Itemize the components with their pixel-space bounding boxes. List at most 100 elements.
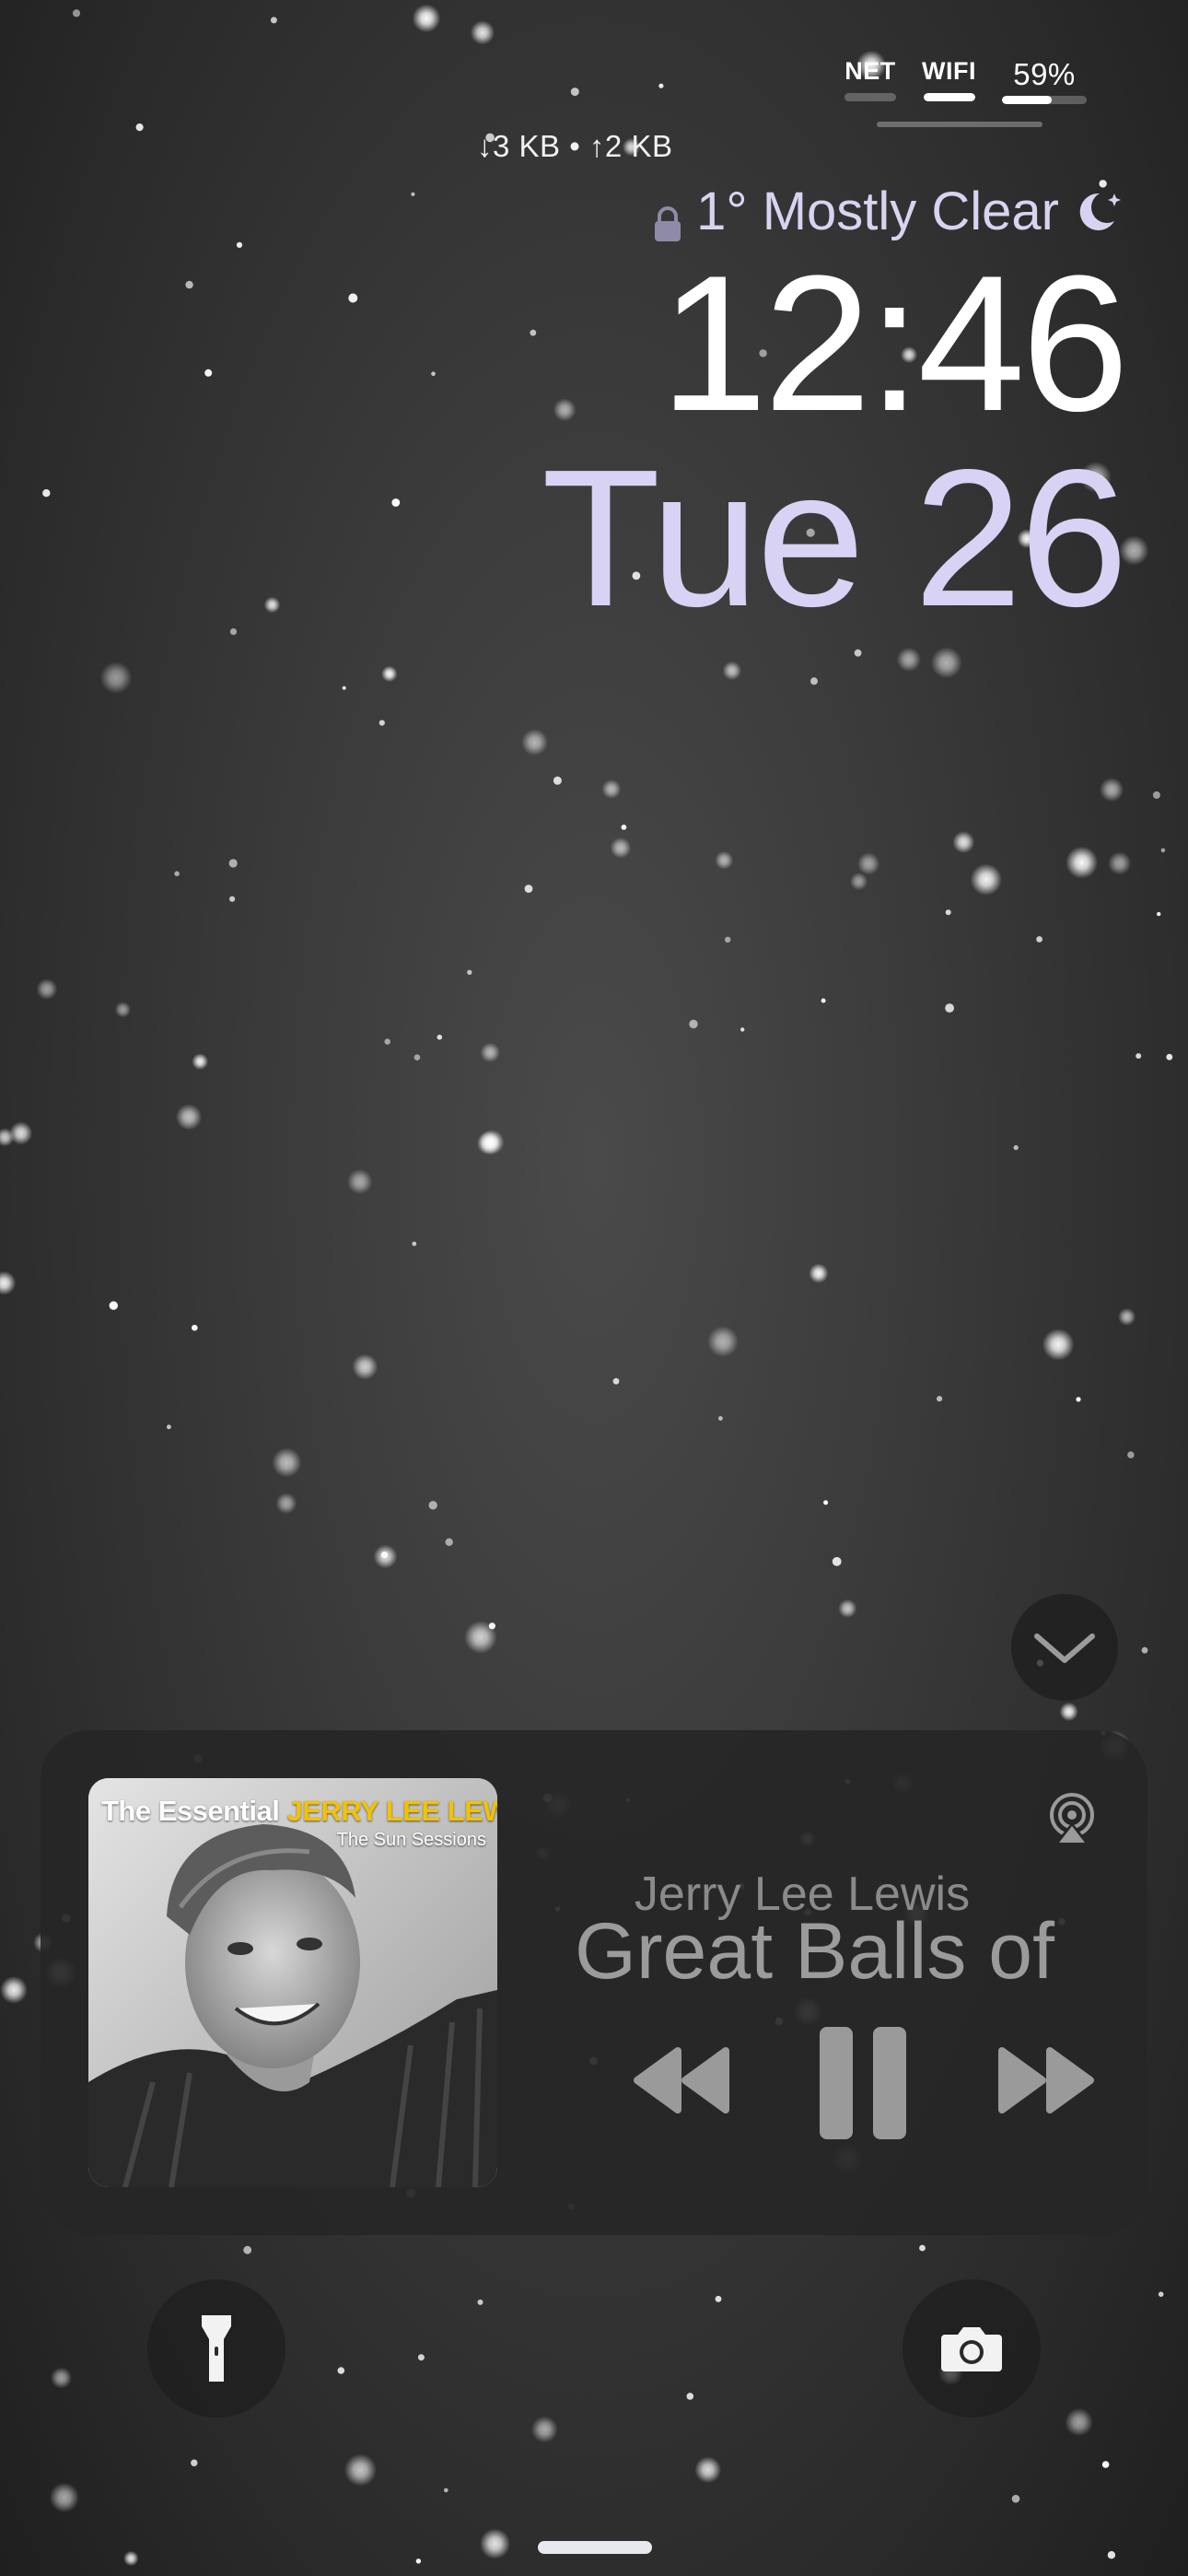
- moon-icon: [1072, 186, 1124, 238]
- star: [72, 9, 81, 18]
- star: [686, 2393, 694, 2400]
- star: [1100, 778, 1124, 802]
- star: [832, 1557, 842, 1566]
- star: [413, 1054, 421, 1060]
- chevron-down-icon: [1034, 1633, 1095, 1663]
- star: [1160, 848, 1166, 853]
- pause-icon[interactable]: [818, 2025, 910, 2141]
- star: [809, 1263, 829, 1283]
- wifi-indicator: WIFI: [922, 57, 976, 101]
- album-artwork[interactable]: The Essential JERRY LEE LEWIS The Sun Se…: [88, 1778, 497, 2187]
- star: [437, 1035, 443, 1040]
- star: [1011, 2494, 1020, 2503]
- track-title: Great Balls of: [575, 1907, 1054, 1996]
- home-indicator[interactable]: [538, 2541, 652, 2554]
- star: [1066, 846, 1099, 879]
- battery-label: 59%: [1013, 57, 1076, 91]
- star: [718, 1416, 723, 1421]
- star: [109, 1301, 118, 1310]
- star: [1059, 1702, 1078, 1722]
- rewind-icon[interactable]: [628, 2043, 735, 2117]
- star: [99, 662, 133, 694]
- star: [275, 1493, 297, 1515]
- star: [849, 872, 868, 891]
- battery-bar: [1002, 96, 1087, 104]
- star: [236, 241, 243, 248]
- star: [174, 871, 180, 877]
- wifi-bar: [923, 93, 975, 101]
- star: [192, 1053, 209, 1071]
- star: [391, 498, 401, 507]
- star: [1158, 2291, 1164, 2297]
- star: [431, 371, 436, 377]
- weather-text: 1° Mostly Clear: [696, 181, 1059, 241]
- star: [412, 4, 441, 33]
- playback-controls: [584, 2025, 1118, 2154]
- star: [352, 1353, 379, 1380]
- star: [49, 2482, 79, 2512]
- star: [621, 825, 627, 830]
- album-title: The Essential JERRY LEE LEWIS: [101, 1795, 497, 1827]
- star: [470, 20, 495, 45]
- star: [740, 1027, 745, 1032]
- status-underline: [877, 122, 1042, 127]
- star: [428, 1501, 437, 1510]
- collapse-button[interactable]: [1011, 1594, 1118, 1701]
- star: [937, 1396, 943, 1402]
- star: [553, 398, 577, 422]
- star: [694, 2456, 722, 2484]
- camera-button[interactable]: [903, 2279, 1041, 2418]
- star: [1136, 1053, 1142, 1060]
- star: [970, 863, 1003, 896]
- album-subtitle: The Sun Sessions: [336, 1830, 486, 1850]
- lock-icon: [652, 193, 683, 241]
- star: [689, 1019, 698, 1029]
- star: [444, 2488, 448, 2493]
- fast-forward-icon[interactable]: [993, 2043, 1100, 2117]
- star: [479, 2528, 511, 2559]
- status-bar: NET WIFI 59%: [844, 57, 1087, 104]
- star: [135, 123, 144, 132]
- star: [1108, 851, 1132, 875]
- star: [415, 2558, 422, 2564]
- star: [725, 936, 731, 943]
- star: [229, 896, 236, 902]
- star: [42, 489, 51, 498]
- star: [480, 1042, 500, 1063]
- star: [114, 1001, 132, 1018]
- star: [243, 2245, 252, 2254]
- weather-widget[interactable]: 1° Mostly Clear: [652, 181, 1124, 242]
- star: [810, 677, 818, 685]
- net-bar: [844, 93, 897, 101]
- star: [1118, 1307, 1136, 1326]
- star: [229, 628, 238, 636]
- star: [722, 661, 742, 681]
- star: [1127, 1451, 1135, 1458]
- star: [658, 83, 664, 88]
- star: [204, 369, 213, 377]
- star: [1141, 1646, 1148, 1654]
- star: [1152, 791, 1160, 799]
- star: [930, 647, 962, 679]
- star: [348, 293, 358, 303]
- star: [1036, 936, 1042, 943]
- star: [0, 1976, 28, 2004]
- flashlight-button[interactable]: [147, 2279, 285, 2418]
- star: [945, 1003, 954, 1013]
- star: [530, 329, 537, 336]
- star: [191, 2459, 198, 2466]
- star: [707, 1326, 739, 1357]
- star: [1166, 1053, 1173, 1060]
- star: [412, 1241, 417, 1247]
- star: [524, 884, 533, 893]
- star: [337, 2367, 345, 2374]
- star: [344, 2453, 377, 2487]
- star: [1107, 2551, 1116, 2559]
- star: [417, 2354, 425, 2361]
- airplay-icon[interactable]: [1044, 1791, 1100, 1846]
- star: [570, 88, 579, 97]
- star: [521, 729, 548, 756]
- now-playing-widget[interactable]: The Essential JERRY LEE LEWIS The Sun Se…: [41, 1730, 1147, 2235]
- star: [610, 837, 632, 859]
- star: [821, 998, 826, 1003]
